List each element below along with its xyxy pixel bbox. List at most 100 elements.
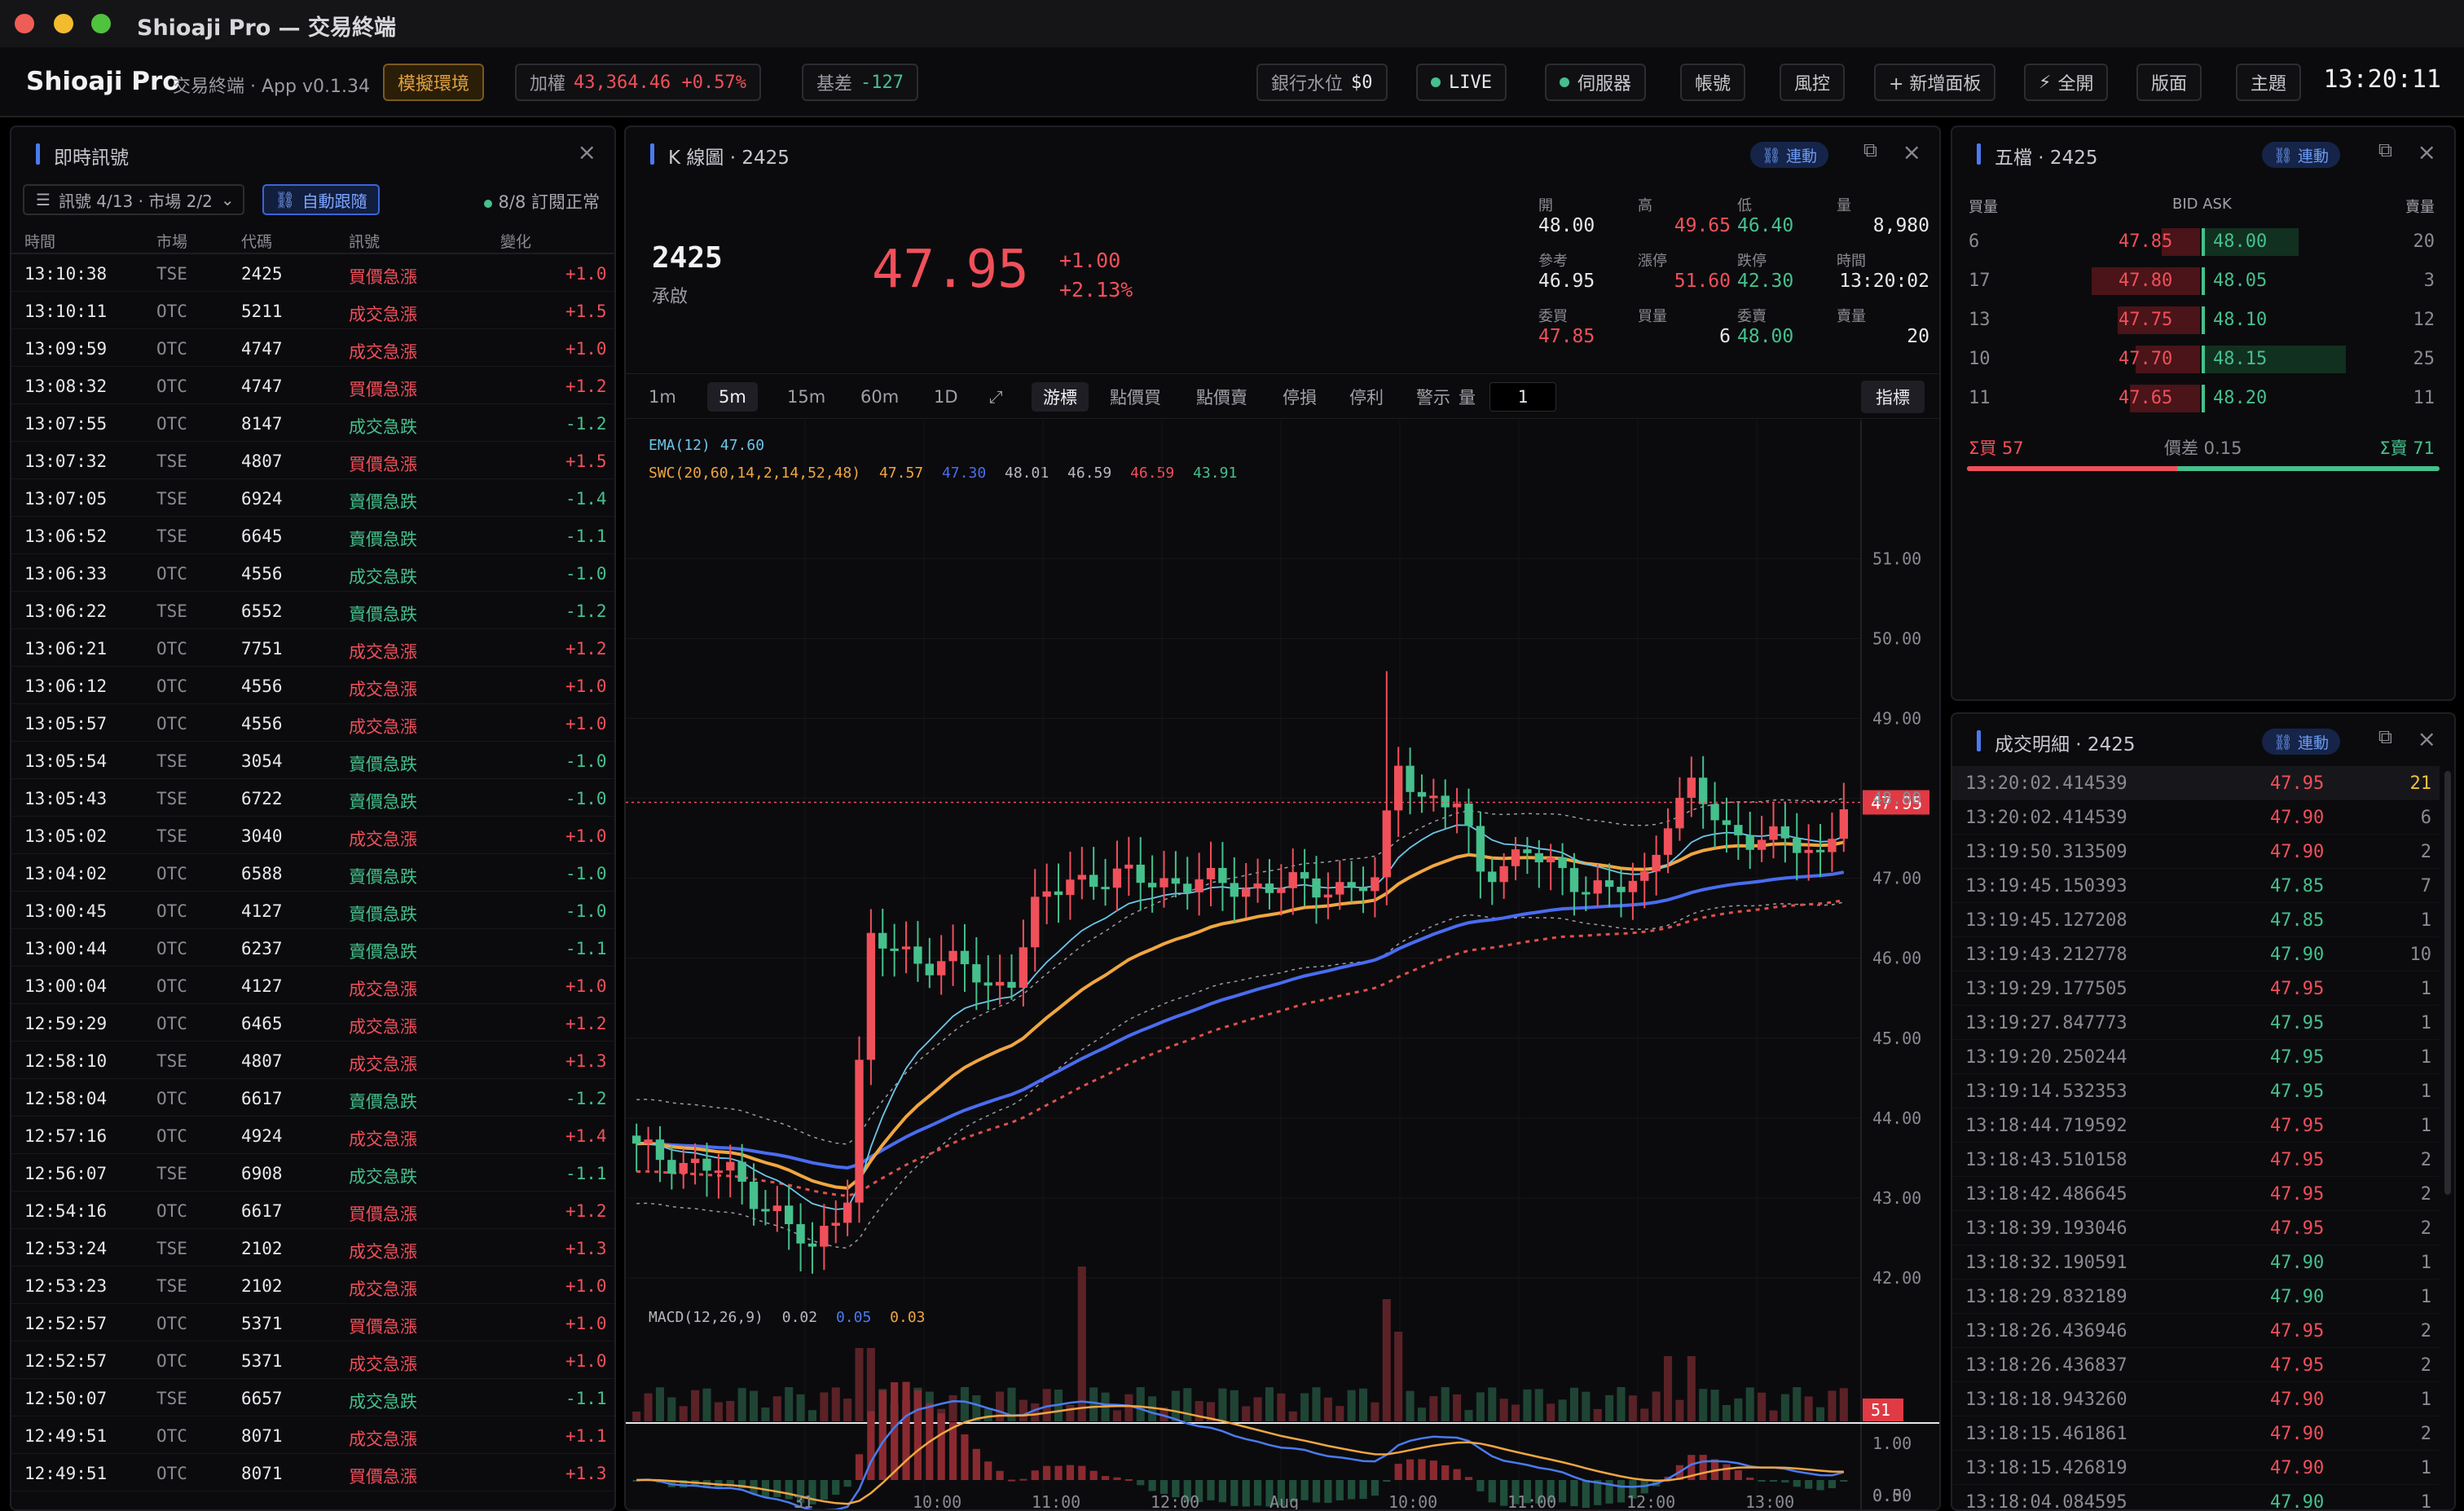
indicator-button[interactable]: 指標 [1861, 381, 1925, 413]
signal-row[interactable]: 13:07:05 TSE 6924 賣價急跌 -1.4 [11, 479, 614, 517]
account-button[interactable]: 帳號 [1680, 64, 1746, 101]
bolt-icon: ⚡︎ [2039, 72, 2052, 93]
signal-row[interactable]: 12:58:04 OTC 6617 賣價急跌 -1.2 [11, 1079, 614, 1117]
signal-row[interactable]: 12:58:10 TSE 4807 成交急漲 +1.3 [11, 1042, 614, 1079]
signal-row[interactable]: 13:06:12 OTC 4556 成交急漲 +1.0 [11, 667, 614, 704]
volume-bar [1335, 1406, 1344, 1421]
candle-body [1722, 820, 1731, 826]
signal-row[interactable]: 13:06:22 TSE 6552 賣價急跌 -1.2 [11, 592, 614, 629]
trades-scrollbar[interactable] [2444, 771, 2451, 1195]
popout-icon[interactable]: ⧉ [2378, 139, 2392, 161]
popout-icon[interactable]: ⧉ [1863, 139, 1877, 161]
signal-row[interactable]: 13:05:57 OTC 4556 成交急漲 +1.0 [11, 704, 614, 742]
theme-button[interactable]: 主題 [2236, 64, 2302, 101]
signal-row[interactable]: 13:04:02 OTC 6588 賣價急跌 -1.0 [11, 854, 614, 892]
orderbook-level[interactable]: 13 47.75 48.10 12 [1952, 302, 2454, 341]
signal-row[interactable]: 12:52:57 OTC 5371 買價急漲 +1.0 [11, 1304, 614, 1341]
signal-row[interactable]: 12:53:24 TSE 2102 成交急漲 +1.3 [11, 1229, 614, 1267]
trade-row: 13:19:29.177505 47.95 1 [1952, 971, 2440, 1006]
trade-price: 47.95 [2270, 773, 2325, 794]
signal-row[interactable]: 12:56:07 TSE 6908 成交急跌 -1.1 [11, 1154, 614, 1192]
signal-row[interactable]: 13:00:45 OTC 4127 賣價急跌 -1.0 [11, 892, 614, 929]
candle-body [1242, 888, 1251, 897]
live-status[interactable]: LIVE [1416, 64, 1507, 101]
signal-row[interactable]: 13:05:43 TSE 6722 賣價急跌 -1.0 [11, 779, 614, 817]
interval-1m[interactable]: 1m [637, 382, 688, 412]
orderbook-level[interactable]: 11 47.65 48.20 11 [1952, 380, 2454, 419]
ob-ask: 48.05 [2213, 271, 2268, 291]
candle-body [925, 963, 934, 976]
candle-body [1617, 887, 1626, 892]
macd-histogram-bar [1324, 1480, 1332, 1504]
orderbook-header: 買量 BID ASK 賣量 [1969, 196, 2435, 216]
volume-bar [866, 1348, 875, 1421]
signal-row[interactable]: 13:10:11 OTC 5211 成交急漲 +1.5 [11, 292, 614, 329]
tool-take-profit[interactable]: 停利 [1338, 382, 1395, 412]
risk-button[interactable]: 風控 [1780, 64, 1846, 101]
minimize-window-button[interactable] [54, 14, 73, 33]
close-icon[interactable]: × [2418, 725, 2436, 752]
layout-button[interactable]: 版面 [2136, 64, 2202, 101]
signal-row[interactable]: 13:10:38 TSE 2425 買價急漲 +1.0 [11, 254, 614, 292]
signal-row[interactable]: 12:50:07 TSE 6657 成交急跌 -1.1 [11, 1379, 614, 1416]
signal-row[interactable]: 12:57:16 OTC 4924 成交急漲 +1.4 [11, 1117, 614, 1154]
orderbook-level[interactable]: 10 47.70 48.15 25 [1952, 341, 2454, 380]
signal-row[interactable]: 13:07:55 OTC 8147 成交急跌 -1.2 [11, 404, 614, 442]
server-button[interactable]: 伺服器 [1545, 64, 1647, 101]
signal-change: -1.0 [565, 864, 607, 883]
interval-5m[interactable]: 5m [707, 382, 758, 412]
signal-row[interactable]: 13:05:02 TSE 3040 成交急漲 +1.0 [11, 817, 614, 854]
tool-cursor[interactable]: 游標 [1032, 382, 1089, 412]
qty-input[interactable]: 1 [1489, 382, 1556, 412]
tool-alert[interactable]: 警示 [1405, 382, 1462, 412]
signal-row[interactable]: 12:52:57 OTC 5371 成交急漲 +1.0 [11, 1341, 614, 1379]
signal-row[interactable]: 12:49:51 OTC 8071 買價急漲 +1.3 [11, 1454, 614, 1491]
candle-body [983, 982, 992, 986]
signal-row[interactable]: 13:06:52 TSE 6645 賣價急跌 -1.1 [11, 517, 614, 554]
macd-histogram-bar [1793, 1480, 1801, 1487]
auto-follow-toggle[interactable]: ⛓ 自動跟隨 [262, 184, 380, 215]
volume-bar [1652, 1391, 1661, 1421]
tool-stop-loss[interactable]: 停損 [1271, 382, 1328, 412]
tool-click-buy[interactable]: 點價買 [1098, 382, 1173, 412]
signal-row[interactable]: 13:09:59 OTC 4747 成交急漲 +1.0 [11, 329, 614, 367]
signal-row[interactable]: 12:53:23 TSE 2102 成交急漲 +1.0 [11, 1267, 614, 1304]
signal-row[interactable]: 13:05:54 TSE 3054 賣價急跌 -1.0 [11, 742, 614, 779]
zoom-window-button[interactable] [91, 14, 111, 33]
signal-row[interactable]: 12:54:16 OTC 6617 買價急漲 +1.2 [11, 1192, 614, 1229]
interval-1d[interactable]: 1D [922, 382, 970, 412]
signal-row[interactable]: 13:06:33 OTC 4556 成交急跌 -1.0 [11, 554, 614, 592]
trades-link-toggle[interactable]: ⛓ 連動 [2261, 729, 2340, 755]
signal-filter-dropdown[interactable]: ☰ 訊號 4/13 · 市場 2/2 ⌄ [23, 184, 244, 215]
interval-15m[interactable]: 15m [776, 382, 837, 412]
stat-label: 委買 [1538, 308, 1568, 325]
signal-code: 5211 [241, 302, 283, 321]
close-window-button[interactable] [15, 14, 34, 33]
signal-row[interactable]: 13:00:44 OTC 6237 賣價急跌 -1.1 [11, 929, 614, 967]
signal-row[interactable]: 13:00:04 OTC 4127 成交急漲 +1.0 [11, 967, 614, 1004]
close-icon[interactable]: × [2418, 139, 2436, 165]
signal-row[interactable]: 12:49:51 OTC 8071 成交急漲 +1.1 [11, 1416, 614, 1454]
macd-histogram-bar [1043, 1465, 1051, 1480]
candlestick-chart[interactable]: 47.9551.0050.0049.0048.0047.0046.0045.00… [626, 421, 1939, 1511]
interval-60m[interactable]: 60m [849, 382, 910, 412]
volume-bar [1382, 1299, 1391, 1421]
signal-row[interactable]: 13:07:32 TSE 4807 買價急漲 +1.5 [11, 442, 614, 479]
signal-change: +1.3 [565, 1051, 607, 1071]
add-panel-button[interactable]: + 新增面板 [1874, 64, 1996, 101]
close-icon[interactable]: × [578, 139, 596, 165]
tool-click-sell[interactable]: 點價賣 [1185, 382, 1259, 412]
signal-row[interactable]: 12:59:29 OTC 6465 成交急漲 +1.2 [11, 1004, 614, 1042]
popout-icon[interactable]: ⧉ [2378, 725, 2392, 748]
orderbook-level[interactable]: 6 47.85 48.00 20 [1952, 223, 2454, 262]
signal-row[interactable]: 13:08:32 OTC 4747 買價急漲 +1.2 [11, 367, 614, 404]
kchart-link-toggle[interactable]: ⛓ 連動 [1749, 142, 1828, 168]
fullscreen-button[interactable]: ⚡︎ 全開 [2024, 64, 2109, 101]
trade-time: 13:18:18.943260 [1965, 1390, 2127, 1410]
orderbook-level[interactable]: 17 47.80 48.05 3 [1952, 262, 2454, 302]
orderbook-link-toggle[interactable]: ⛓ 連動 [2261, 142, 2340, 168]
signal-row[interactable]: 13:06:21 OTC 7751 成交急漲 +1.2 [11, 629, 614, 667]
candle-body [1815, 849, 1825, 852]
close-icon[interactable]: × [1903, 139, 1921, 165]
expand-icon[interactable]: ⤢ [978, 382, 1014, 412]
